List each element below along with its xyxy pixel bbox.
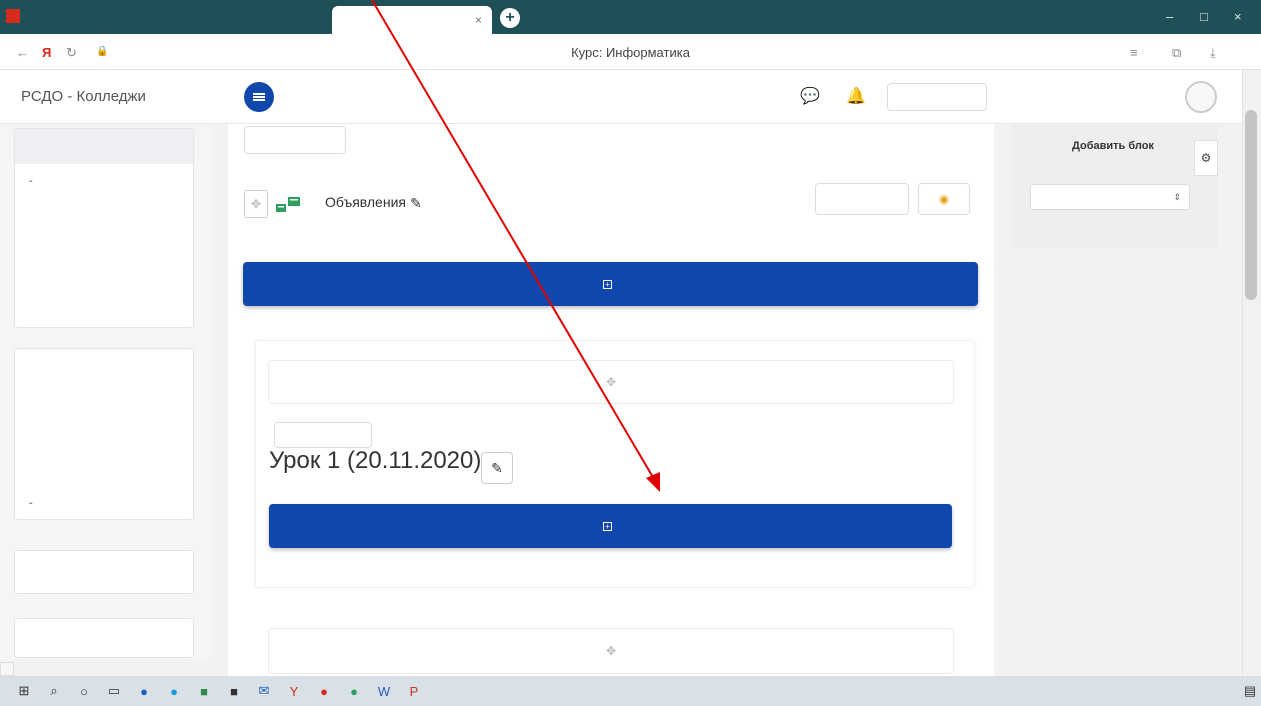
windows-taskbar: [0, 676, 1261, 706]
nav-item-my-courses[interactable]: -: [15, 485, 193, 520]
select-arrow-icon: ⇕: [1173, 191, 1181, 202]
edit-section-title-icon[interactable]: ✎: [481, 452, 513, 484]
opera-browser-icon[interactable]: ●: [314, 681, 334, 701]
maximize-button[interactable]: □: [1200, 9, 1208, 24]
yandex-browser-icon[interactable]: Y: [284, 681, 304, 701]
nav-item-categories[interactable]: [15, 621, 193, 656]
notification-center-icon[interactable]: ▤: [1240, 681, 1260, 701]
browser-logo-icon: [6, 9, 20, 23]
opera-icon[interactable]: ●: [134, 681, 154, 701]
section-dropzone[interactable]: ✥: [268, 360, 954, 404]
course-nav-box: -: [14, 128, 194, 328]
start-icon[interactable]: ⊞: [14, 681, 34, 701]
chrome-icon[interactable]: ●: [344, 681, 364, 701]
browser-tab-2[interactable]: [180, 6, 328, 34]
cortana-icon[interactable]: ○: [74, 681, 94, 701]
add-block-select[interactable]: ⇕: [1030, 184, 1190, 210]
notifications-bell-icon[interactable]: 🔔: [846, 86, 866, 106]
move-icon: ✥: [605, 644, 617, 658]
nav-item-competencies[interactable]: [15, 265, 193, 300]
browser-tab-active[interactable]: ×: [332, 6, 492, 34]
nav-item-badges[interactable]: [15, 231, 193, 266]
app-icon[interactable]: ■: [194, 681, 214, 701]
nav-item-section-links[interactable]: -: [15, 163, 193, 198]
hamburger-icon: [253, 93, 265, 101]
store-icon[interactable]: ■: [224, 681, 244, 701]
page-title: Курс: Информатика: [571, 45, 690, 60]
nav-item-private-files[interactable]: [15, 453, 193, 488]
address-bar: ← Я ↻ 🔒 Курс: Информатика ≡ ⧉ ⤓: [0, 34, 1261, 70]
move-icon: ✥: [605, 375, 617, 389]
nav-item-participants[interactable]: [15, 197, 193, 232]
add-activity-button-section[interactable]: +: [269, 504, 952, 548]
language-select[interactable]: [887, 83, 987, 111]
add-icon: +: [603, 279, 612, 289]
close-window-button[interactable]: ×: [1234, 9, 1242, 24]
site-header: РСДО - Колледжи 💬 🔔: [0, 70, 1242, 124]
collapse-icon: -: [29, 174, 33, 187]
bookmark-icon[interactable]: ⧉: [1172, 45, 1181, 61]
eye-icon[interactable]: ◉: [918, 183, 970, 215]
task-view-icon[interactable]: ▭: [104, 681, 124, 701]
nav-item-grades[interactable]: [15, 297, 193, 329]
mail-icon[interactable]: ✉: [254, 681, 274, 701]
new-tab-button[interactable]: +: [500, 8, 520, 28]
move-icon[interactable]: ✥: [244, 190, 268, 218]
next-section-dropzone[interactable]: ✥: [268, 628, 954, 674]
word-icon[interactable]: W: [374, 681, 394, 701]
nav-item-administration[interactable]: [15, 555, 193, 590]
forum-icon: [276, 197, 300, 212]
edit-title-pencil-icon[interactable]: ✎: [406, 193, 426, 213]
admin-nav-box: [14, 550, 194, 594]
drawer-toggle-button[interactable]: [244, 82, 274, 112]
site-brand[interactable]: РСДО - Колледжи: [21, 88, 146, 105]
add-icon: +: [603, 521, 612, 531]
browser-tab-1[interactable]: [56, 6, 166, 34]
collapse-icon: -: [29, 496, 33, 509]
edit-forum-button[interactable]: [815, 183, 909, 215]
bottom-nav-box: [14, 618, 194, 658]
nav-item-calendar[interactable]: [15, 419, 193, 454]
avatar[interactable]: [1185, 81, 1217, 113]
download-icon[interactable]: ⤓: [1210, 45, 1216, 61]
edit-top-button[interactable]: [244, 126, 346, 154]
status-url: [0, 662, 14, 676]
search-icon[interactable]: ⌕: [44, 681, 64, 701]
gear-icon[interactable]: ⚙: [1194, 140, 1218, 176]
nav-item-dashboard[interactable]: [15, 351, 193, 386]
edit-section-button[interactable]: [274, 422, 372, 448]
messages-icon[interactable]: 💬: [800, 86, 820, 106]
reader-icon[interactable]: ≡: [1130, 45, 1138, 60]
add-block-title: Добавить блок: [1072, 140, 1154, 152]
powerpoint-icon[interactable]: P: [404, 681, 424, 701]
scrollbar-thumb[interactable]: [1245, 110, 1257, 300]
close-tab-icon[interactable]: ×: [475, 13, 482, 27]
nav-item-home[interactable]: [15, 385, 193, 420]
minimize-button[interactable]: –: [1166, 9, 1173, 24]
forum-title[interactable]: Объявления: [325, 194, 406, 210]
nav-item-course[interactable]: [15, 129, 193, 164]
section-title[interactable]: Урок 1 (20.11.2020): [269, 447, 481, 475]
site-nav-box: -: [14, 348, 194, 520]
edge-icon[interactable]: ●: [164, 681, 184, 701]
add-activity-button[interactable]: +: [243, 262, 978, 306]
